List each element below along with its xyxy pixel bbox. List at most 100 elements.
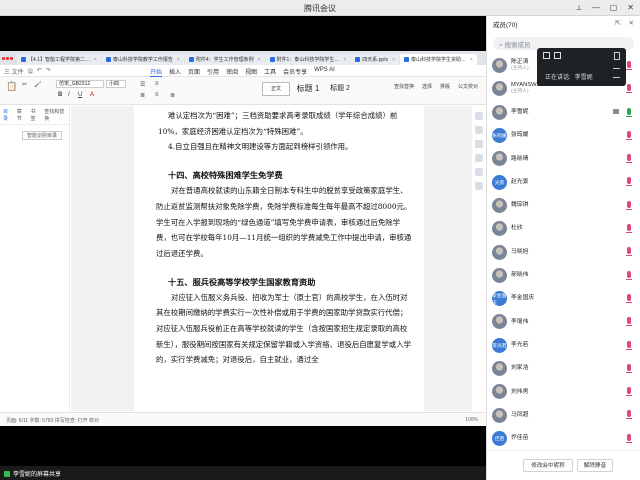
member-row[interactable]: 李雪妮 bbox=[487, 101, 640, 124]
tab-close-icon[interactable]: × bbox=[470, 57, 473, 63]
side-tool-icon[interactable] bbox=[475, 182, 483, 190]
member-row[interactable]: 马凤超 bbox=[487, 403, 640, 426]
side-tool-icon[interactable] bbox=[475, 168, 483, 176]
ribbon-tab[interactable]: 工具 bbox=[264, 67, 276, 77]
nav-tab[interactable]: 查找和替换 bbox=[44, 108, 66, 122]
paste-icon[interactable]: 📋 bbox=[6, 81, 17, 92]
mic-muted-icon[interactable] bbox=[626, 363, 632, 373]
format-painter-icon[interactable]: 🖌 bbox=[34, 81, 42, 88]
layout-icon[interactable] bbox=[543, 52, 550, 59]
ribbon-tab[interactable]: 审阅 bbox=[226, 67, 238, 77]
tab-close-icon[interactable]: × bbox=[94, 57, 97, 63]
undo-icon[interactable]: ↶ bbox=[37, 67, 42, 77]
style-heading-2[interactable]: 标题 2 bbox=[325, 82, 355, 96]
member-row[interactable]: 马晓旭 bbox=[487, 240, 640, 263]
tab-close-icon[interactable]: × bbox=[343, 57, 346, 63]
align-left-icon[interactable]: ≣ bbox=[140, 92, 145, 99]
wps-logo-icon[interactable] bbox=[2, 53, 14, 64]
tab-close-icon[interactable]: × bbox=[258, 57, 261, 63]
side-tool-icon[interactable] bbox=[475, 126, 483, 134]
mic-muted-icon[interactable] bbox=[626, 200, 632, 210]
mic-muted-icon[interactable] bbox=[626, 293, 632, 303]
member-row[interactable]: 刘伟男 bbox=[487, 380, 640, 403]
mic-muted-icon[interactable] bbox=[626, 61, 632, 70]
style-normal[interactable]: 正文 bbox=[262, 82, 290, 96]
document-tab[interactable]: 泰山科技学院学生资助… × bbox=[400, 54, 477, 65]
font-name-select[interactable]: 仿宋_GB2312 bbox=[56, 80, 104, 88]
speaking-mini-window[interactable]: 正在讲话: 李雪妮 bbox=[537, 48, 626, 86]
side-tool-icon[interactable] bbox=[475, 112, 483, 120]
member-row[interactable]: 郝晓伟 bbox=[487, 264, 640, 287]
mic-muted-icon[interactable] bbox=[626, 224, 632, 234]
bullet-list-icon[interactable]: ☰ bbox=[140, 81, 145, 88]
zoom-level[interactable]: 100% bbox=[465, 417, 478, 423]
mic-muted-icon[interactable] bbox=[626, 340, 632, 350]
document-tab[interactable]: 附件1：泰山科技学院学生… × bbox=[265, 54, 351, 65]
style-heading-1[interactable]: 标题 1 bbox=[293, 82, 323, 96]
minimize-icon[interactable]: — bbox=[592, 3, 600, 13]
member-row[interactable]: 杜欣 bbox=[487, 217, 640, 240]
document-tab[interactable]: 附件4：学生工作管理条例 × bbox=[184, 54, 265, 65]
mic-muted-icon[interactable] bbox=[626, 433, 632, 443]
invite-icon[interactable]: ⇱ bbox=[615, 19, 620, 27]
file-menu[interactable]: 三 文件 bbox=[4, 67, 24, 77]
mic-muted-icon[interactable] bbox=[626, 130, 632, 140]
ribbon-tool[interactable]: 查找替换 bbox=[394, 83, 414, 90]
member-row[interactable]: 张筠媛 张筠媛 bbox=[487, 124, 640, 147]
ribbon-tab[interactable]: 页面 bbox=[188, 67, 200, 77]
ribbon-tab[interactable]: 视图 bbox=[245, 67, 257, 77]
ribbon-tab[interactable]: WPS AI bbox=[314, 67, 335, 77]
smart-toc-button[interactable]: 智能识别目录 bbox=[22, 131, 62, 140]
align-right-icon[interactable]: ≣ bbox=[170, 92, 175, 99]
ribbon-tab[interactable]: 引用 bbox=[207, 67, 219, 77]
side-tool-icon[interactable] bbox=[475, 154, 483, 162]
mic-muted-icon[interactable] bbox=[626, 247, 632, 257]
ribbon-tab[interactable]: 开始 bbox=[150, 67, 163, 77]
grid-icon[interactable] bbox=[554, 52, 561, 59]
member-row[interactable]: 李增伟 bbox=[487, 310, 640, 333]
nav-tab[interactable]: 目录 bbox=[3, 108, 12, 122]
mic-muted-icon[interactable] bbox=[626, 270, 632, 280]
ribbon-tab[interactable]: 会员专享 bbox=[283, 67, 307, 77]
nav-tab[interactable]: 章节 bbox=[17, 108, 26, 122]
member-row[interactable]: 魏琮琪 bbox=[487, 194, 640, 217]
member-row[interactable]: 李金国庆 李金国庆 bbox=[487, 287, 640, 310]
font-color-icon[interactable]: A bbox=[90, 92, 94, 98]
underline-icon[interactable]: U bbox=[78, 92, 82, 98]
side-tool-icon[interactable] bbox=[475, 140, 483, 148]
ribbon-tab[interactable]: 插入 bbox=[169, 67, 181, 77]
document-page[interactable]: 难认定档次为“困难”；三档资助要求高考录取成绩（学年综合成绩）前 10%，家庭经… bbox=[134, 106, 424, 411]
redo-icon[interactable]: ↷ bbox=[46, 67, 51, 77]
tab-close-icon[interactable]: × bbox=[392, 57, 395, 63]
mic-muted-icon[interactable] bbox=[626, 317, 632, 327]
document-tab[interactable]: 泰山科技学院教学工作报告 × bbox=[101, 54, 184, 65]
save-icon[interactable]: 🖫 bbox=[28, 67, 33, 77]
unmute-all-button[interactable]: 解除静音 bbox=[577, 459, 613, 472]
ribbon-tool[interactable]: 排版 bbox=[440, 83, 450, 90]
camera-icon[interactable] bbox=[613, 108, 619, 114]
mic-muted-icon[interactable] bbox=[626, 177, 632, 187]
align-center-icon[interactable]: ≡ bbox=[155, 92, 159, 98]
mic-muted-icon[interactable] bbox=[626, 410, 632, 420]
document-tab[interactable]: 四天系.pptx × bbox=[351, 54, 400, 65]
nav-tab[interactable]: 书签 bbox=[30, 108, 39, 122]
mic-on-icon[interactable] bbox=[626, 107, 632, 117]
member-row[interactable]: 刘家浩 bbox=[487, 357, 640, 380]
numbered-list-icon[interactable]: ≡ bbox=[155, 81, 159, 87]
document-tab[interactable]: 【4.1】智能工程学院第二… × bbox=[17, 54, 101, 65]
mic-muted-icon[interactable] bbox=[626, 154, 632, 164]
cut-icon[interactable]: ✂ bbox=[22, 81, 27, 88]
italic-icon[interactable]: I bbox=[68, 92, 70, 98]
maximize-icon[interactable]: ▢ bbox=[610, 3, 618, 13]
ribbon-tool[interactable]: 选择 bbox=[422, 83, 432, 90]
rename-button[interactable]: 修改会中昵称 bbox=[523, 459, 573, 472]
mic-muted-icon[interactable] bbox=[626, 84, 632, 94]
tab-close-icon[interactable]: × bbox=[177, 57, 180, 63]
close-icon[interactable]: ✕ bbox=[627, 3, 634, 13]
pin-icon[interactable]: ⟂ bbox=[576, 3, 581, 13]
bold-icon[interactable]: B bbox=[58, 92, 62, 98]
mic-muted-icon[interactable] bbox=[626, 387, 632, 397]
member-row[interactable]: 光景 赵光景 bbox=[487, 170, 640, 193]
member-row[interactable]: 佳苗 乔佳苗 bbox=[487, 427, 640, 450]
expand-icon[interactable] bbox=[614, 52, 620, 60]
